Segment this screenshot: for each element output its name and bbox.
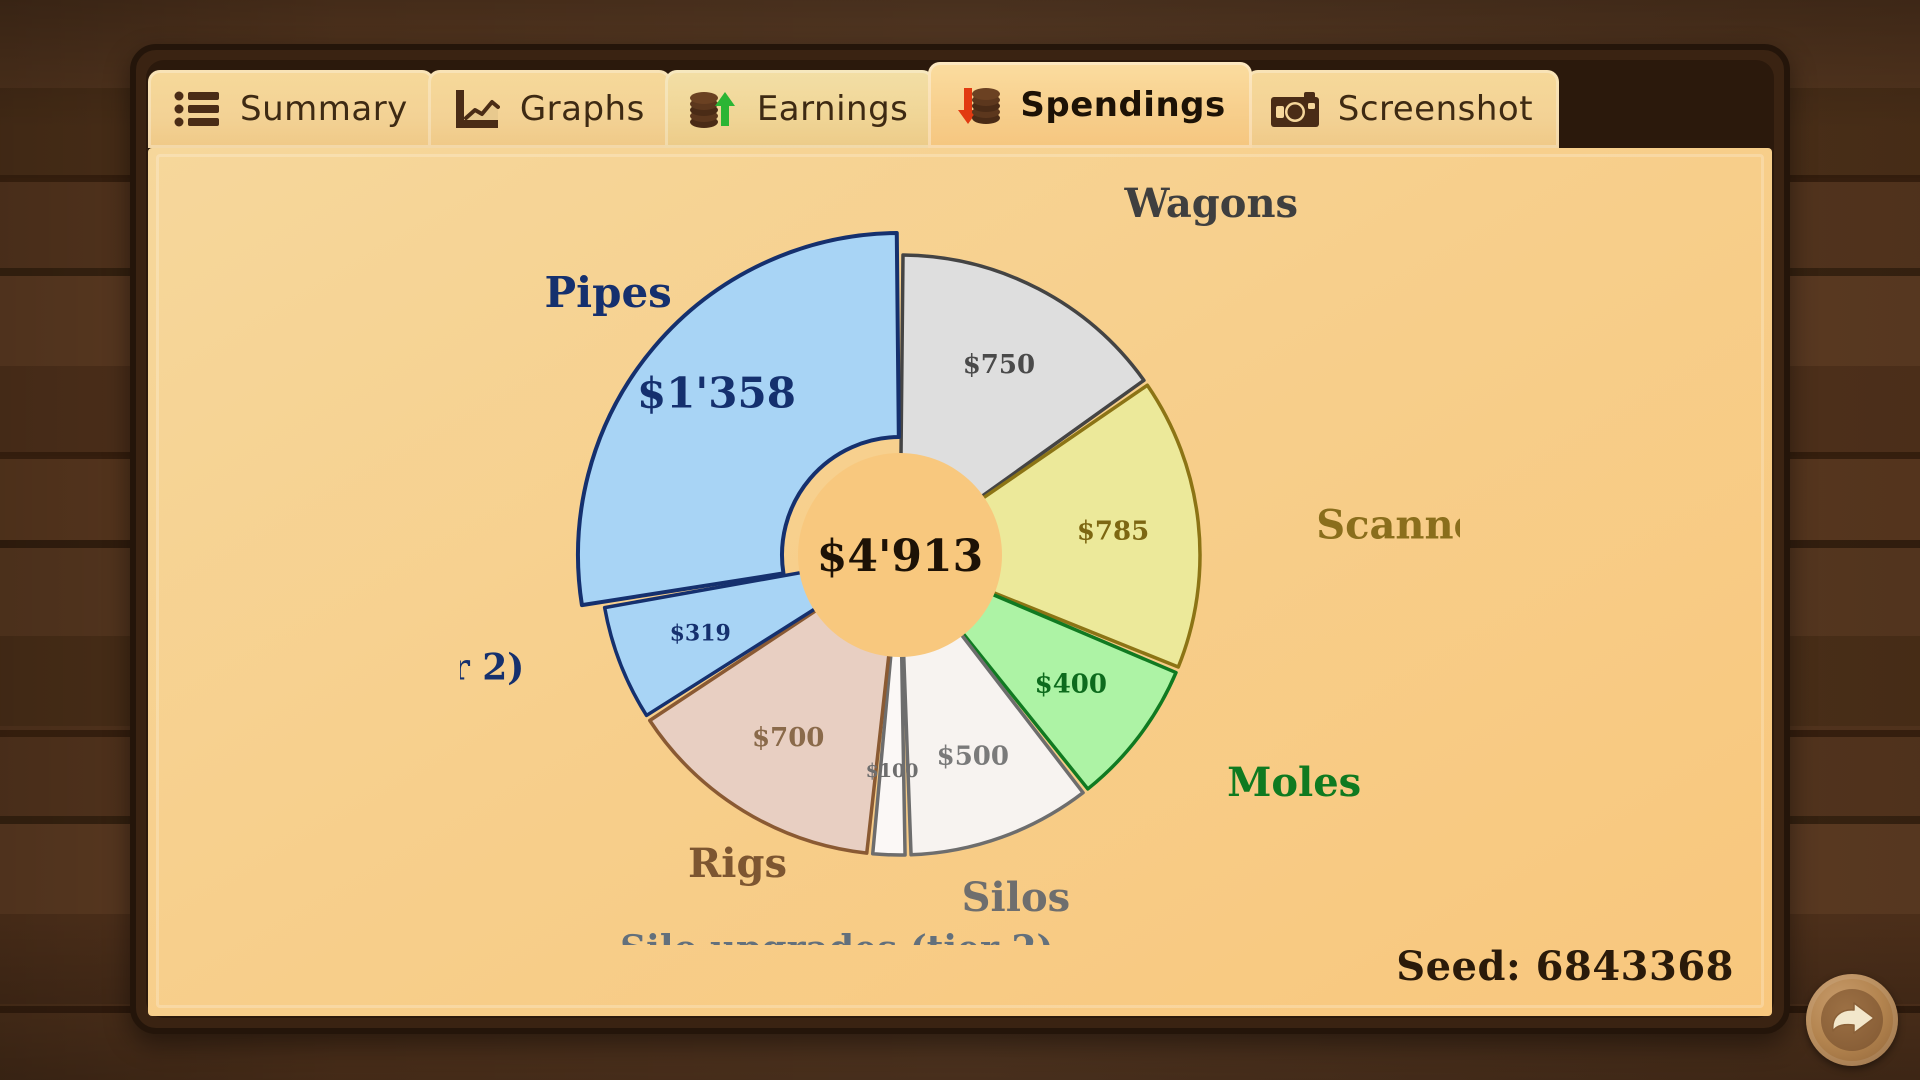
- coins-down-icon: [950, 81, 1004, 129]
- stats-window: Summary Graphs Earnings Spendings Screen…: [130, 44, 1790, 1034]
- pie-slice-label: Silos: [962, 874, 1070, 921]
- spendings-pie-chart: $750 $785 $400 $500 $100 $700 $319 $1'358 Wagon…: [148, 148, 1772, 1016]
- tab-screenshot-label: Screenshot: [1337, 89, 1534, 129]
- pie-slice-value: $319: [670, 620, 731, 646]
- back-button[interactable]: [1806, 974, 1898, 1066]
- pie-slice-label: Wagons: [1123, 185, 1298, 227]
- tab-spendings[interactable]: Spendings: [928, 62, 1252, 148]
- pie-chart-svg: $750 $785 $400 $500 $100 $700 $319 $1'358 Wagon…: [460, 185, 1460, 945]
- pie-slice-value: $400: [1035, 669, 1107, 699]
- list-icon: [170, 85, 224, 133]
- pie-slice-label: Pipe upgrades (tier 2): [460, 646, 524, 688]
- pie-slice-label: Moles: [1227, 759, 1361, 806]
- line-chart-icon: [450, 85, 504, 133]
- tab-graphs[interactable]: Graphs: [427, 70, 671, 148]
- pie-slice-label: Silo upgrades (tier 2): [620, 927, 1053, 944]
- tab-screenshot[interactable]: Screenshot: [1245, 70, 1560, 148]
- pie-slice-value: $700: [752, 722, 824, 752]
- seed-text: Seed: 6843368: [1396, 943, 1734, 990]
- tab-bar: Summary Graphs Earnings Spendings Screen…: [148, 62, 1772, 148]
- tab-summary[interactable]: Summary: [148, 70, 434, 148]
- tab-earnings[interactable]: Earnings: [664, 70, 935, 148]
- coins-up-icon: [687, 85, 741, 133]
- back-button-disc: [1821, 989, 1883, 1051]
- pie-slice-label: Pipes: [545, 268, 672, 317]
- tab-graphs-label: Graphs: [519, 89, 645, 129]
- pie-slice-value: $100: [866, 760, 919, 782]
- pie-slice-value: $1'358: [637, 368, 796, 417]
- pie-slice-value: $785: [1077, 516, 1149, 546]
- camera-icon: [1268, 85, 1322, 133]
- pie-slice-label: Rigs: [688, 840, 787, 887]
- spendings-panel: $750 $785 $400 $500 $100 $700 $319 $1'358 Wagon…: [148, 148, 1772, 1016]
- pie-slice-label: Scanners: [1316, 501, 1460, 548]
- pie-slice-value: $500: [937, 741, 1009, 771]
- tab-earnings-label: Earnings: [756, 89, 909, 129]
- back-arrow-icon: [1832, 1002, 1875, 1034]
- tab-spendings-label: Spendings: [1020, 85, 1226, 125]
- tab-summary-label: Summary: [240, 89, 408, 129]
- pie-center-total: $4'913: [817, 531, 984, 582]
- pie-slice-value: $750: [963, 349, 1035, 379]
